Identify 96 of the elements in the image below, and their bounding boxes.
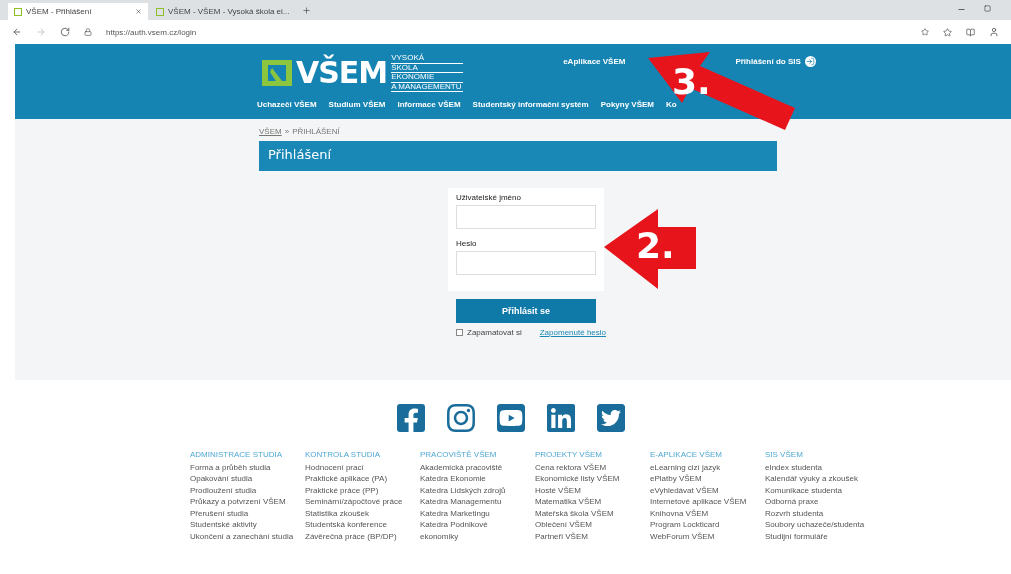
footer-link[interactable]: Mateřská škola VŠEM	[535, 508, 650, 518]
close-icon[interactable]	[135, 8, 142, 15]
footer-link[interactable]: Akademická pracoviště	[420, 462, 535, 472]
footer-link[interactable]: ePlatby VŠEM	[650, 474, 765, 483]
footer-heading: E-APLIKACE VŠEM	[650, 450, 724, 459]
logo-subtitle: VYSOKÁ	[391, 54, 464, 64]
nav-link[interactable]: Pokyny VŠEM	[600, 100, 654, 109]
reload-icon[interactable]	[60, 27, 70, 37]
page-title: Přihlášení	[259, 141, 777, 171]
footer-link[interactable]: eVyhledávat VŠEM	[650, 485, 765, 495]
footer-link[interactable]: Prodloužení studia	[190, 485, 305, 495]
breadcrumb-current: PŘIHLÁŠENÍ	[292, 127, 340, 138]
footer-link[interactable]: Závěrečná práce (BP/DP)	[305, 531, 420, 541]
footer-link[interactable]: Matematika VŠEM	[535, 497, 650, 506]
field-label: Heslo	[456, 239, 478, 248]
nav-link[interactable]: Uchazeči VŠEM	[257, 100, 317, 109]
footer-link[interactable]: Seminární/zápočtové práce	[305, 497, 420, 506]
footer-link[interactable]: Katedra Managementu	[420, 497, 535, 506]
footer-heading: SIS VŠEM	[765, 450, 804, 459]
annotation-number: 2.	[636, 228, 675, 264]
footer-link[interactable]: Praktické práce (PP)	[305, 485, 420, 495]
footer-link[interactable]: Opakování studia	[190, 474, 305, 483]
footer-link[interactable]: Rozvrh studenta	[765, 508, 880, 518]
forgot-password-link[interactable]: Zapomenuté heslo	[539, 328, 606, 337]
footer-link[interactable]: Hodnocení prací	[305, 462, 420, 472]
footer-heading: PRACOVIŠTĚ VŠEM	[420, 450, 498, 459]
favorites-icon[interactable]	[943, 27, 952, 37]
footer-link[interactable]: Průkazy a potvrzení VŠEM	[190, 497, 305, 506]
footer-link[interactable]: Odborná praxe	[765, 497, 880, 506]
footer-link[interactable]: eLearning cizí jazyk	[650, 462, 765, 472]
footer-link[interactable]: Přerušení studia	[190, 508, 305, 518]
browser-tab[interactable]: VŠEM - VŠEM - Vysoká škola ei...	[150, 3, 300, 20]
new-tab-icon[interactable]	[302, 6, 311, 15]
facebook-icon[interactable]	[394, 402, 427, 434]
footer-link[interactable]: Internetové aplikace VŠEM	[650, 497, 765, 506]
footer-link[interactable]: Katedra Podnikové	[420, 520, 535, 529]
footer-link[interactable]: Katedra Lidských zdrojů	[420, 485, 535, 495]
profile-icon[interactable]	[989, 27, 999, 37]
logo-icon	[262, 60, 292, 86]
footer-link[interactable]: Studentské aktivity	[190, 520, 305, 529]
password-field[interactable]	[456, 251, 596, 275]
footer-heading: PROJEKTY VŠEM	[535, 450, 603, 459]
lock-icon	[84, 28, 92, 36]
footer-link[interactable]: Ekonomické listy VŠEM	[535, 474, 650, 483]
linkedin-icon[interactable]	[544, 402, 577, 434]
star-icon[interactable]	[921, 28, 929, 36]
collections-icon[interactable]	[966, 27, 975, 37]
footer-link[interactable]: ekonomiky	[420, 531, 535, 541]
address-field[interactable]: https://auth.vsem.cz/login	[106, 27, 907, 37]
twitter-icon[interactable]	[594, 402, 627, 434]
breadcrumb-link[interactable]: VŠEM	[259, 127, 282, 141]
footer-link[interactable]: Praktické aplikace (PA)	[305, 474, 420, 483]
login-button[interactable]: Přihlásit se	[456, 299, 596, 323]
nav-link[interactable]: Informace VŠEM	[397, 100, 461, 109]
favicon-icon	[156, 7, 164, 16]
footer-link[interactable]: Komunikace studenta	[765, 485, 880, 495]
footer-link[interactable]: WebForum VŠEM	[650, 531, 765, 541]
footer-link[interactable]: Studentská konference	[305, 520, 420, 529]
footer-heading: KONTROLA STUDIA	[305, 450, 382, 459]
breadcrumb-separator: »	[284, 127, 290, 138]
footer-link[interactable]: Kalendář výuky a zkoušek	[765, 474, 880, 483]
footer-link[interactable]: eIndex studenta	[765, 462, 880, 472]
remember-checkbox[interactable]	[456, 329, 463, 336]
field-label: Uživatelské jméno	[456, 193, 522, 202]
footer-link[interactable]: Ukončení a zanechání studia	[190, 531, 305, 541]
header-link[interactable]: Přihlášení do SIS	[735, 56, 816, 67]
browser-tab[interactable]: VŠEM - Přihlášení	[8, 3, 148, 20]
footer-link[interactable]: Studijní formuláře	[765, 531, 880, 541]
footer-link[interactable]: Knihovna VŠEM	[650, 508, 765, 518]
nav-link[interactable]: Studentský informační systém	[472, 100, 589, 109]
back-icon[interactable]	[12, 27, 22, 37]
favicon-icon	[14, 7, 22, 16]
nav-link[interactable]: Studium VŠEM	[328, 100, 386, 109]
footer-link[interactable]: Partneři VŠEM	[535, 531, 650, 541]
nav-link[interactable]: Ko	[666, 100, 677, 109]
footer-link[interactable]: Cena rektora VŠEM	[535, 462, 650, 472]
footer-link[interactable]: Soubory uchazeče/studenta	[765, 520, 880, 529]
login-icon	[804, 56, 816, 67]
footer-link[interactable]: Hosté VŠEM	[535, 485, 650, 495]
logo-subtitle: EKONOMIE	[391, 73, 464, 83]
logo-subtitle: A MANAGEMENTU	[391, 82, 464, 92]
username-field[interactable]	[456, 205, 596, 229]
footer-link[interactable]: Katedra Marketingu	[420, 508, 535, 518]
checkbox-label: Zapamatovat si	[467, 328, 522, 337]
footer-link[interactable]: Katedra Ekonomie	[420, 474, 535, 483]
footer-link[interactable]: Statistika zkoušek	[305, 508, 420, 518]
youtube-icon[interactable]	[494, 402, 527, 434]
footer-heading: ADMINISTRACE STUDIA	[190, 450, 283, 459]
footer-link[interactable]: Oblečení VŠEM	[535, 520, 650, 529]
header-link[interactable]: eAplikace VŠEM	[563, 57, 626, 66]
logo-subtitle: ŠKOLA	[391, 63, 464, 73]
annotation-number: 3.	[672, 64, 711, 100]
instagram-icon[interactable]	[444, 402, 477, 434]
footer-link[interactable]: Program Lockticard	[650, 520, 765, 529]
maximize-icon[interactable]	[984, 5, 991, 12]
footer-link[interactable]: Forma a průběh studia	[190, 462, 305, 472]
